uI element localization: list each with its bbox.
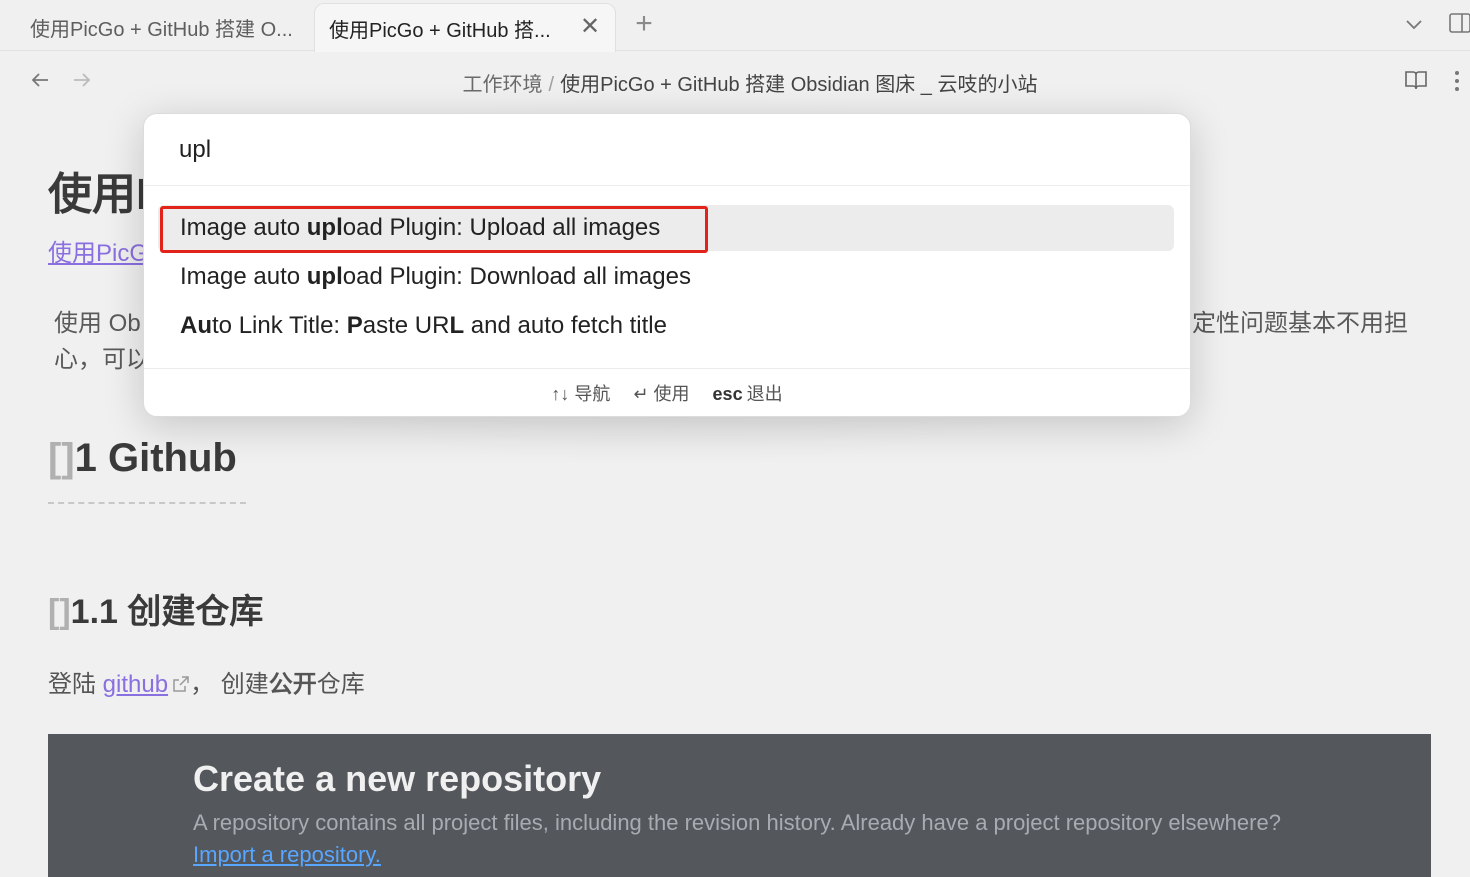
suggestion-text: oad Plugin: Upload all images — [342, 214, 661, 241]
command-search-input[interactable] — [144, 114, 1190, 186]
embed-import-link: Import a repository. — [193, 842, 381, 867]
external-link-icon — [172, 672, 190, 692]
use-instruction: ↵ 使用 — [633, 384, 689, 404]
heading-text: 1.1 创建仓库 — [70, 593, 264, 631]
suggestion-download-all-images[interactable]: Image auto upload Plugin: Download all i… — [158, 254, 1174, 300]
embed-description: A repository contains all project files,… — [193, 810, 1281, 835]
suggestion-match: upl — [306, 263, 343, 290]
sidebar-toggle-icon[interactable] — [1448, 12, 1470, 34]
suggestion-text: Image auto — [180, 263, 307, 290]
suggestion-upload-all-images[interactable]: Image auto upload Plugin: Upload all ima… — [158, 205, 1174, 251]
more-options-icon[interactable] — [1452, 68, 1462, 94]
heading-anchor[interactable]: [] — [48, 593, 71, 631]
body-mid: ， 创建 — [190, 671, 269, 698]
github-link[interactable]: github — [103, 671, 168, 698]
heading-anchor[interactable]: [] — [48, 436, 75, 480]
suggestion-match: P — [346, 312, 363, 339]
esc-label: 退出 — [746, 384, 783, 404]
enter-key-icon: ↵ — [633, 384, 649, 404]
body-paragraph: 登陆 github ， 创建公开仓库 — [48, 664, 365, 699]
suggestion-match: A — [180, 312, 198, 339]
tab-picgo-2-active[interactable]: 使用PicGo + GitHub 搭... ✕ — [314, 3, 616, 52]
palette-instructions: ↑↓ 导航 ↵ 使用 esc 退出 — [144, 368, 1190, 418]
new-tab-button[interactable]: + — [630, 8, 658, 40]
body-prefix: 登陆 — [48, 671, 103, 698]
nav-key: ↑↓ — [551, 384, 570, 404]
suggestion-match: L — [449, 312, 465, 339]
command-palette: Image auto upload Plugin: Upload all ima… — [143, 113, 1191, 417]
body-suffix: 仓库 — [316, 671, 365, 698]
chevron-down-icon[interactable] — [1402, 12, 1426, 36]
book-open-icon[interactable] — [1404, 69, 1428, 91]
tab-picgo-1[interactable]: 使用PicGo + GitHub 搭建 O... — [16, 3, 312, 52]
esc-key: esc — [712, 384, 743, 404]
nav-instruction: ↑↓ 导航 — [551, 384, 610, 404]
body-bold: 公开 — [268, 671, 317, 698]
suggestion-text: aste UR — [362, 312, 450, 339]
suggestion-text: and auto fetch title — [464, 312, 667, 339]
use-label: 使用 — [653, 384, 690, 404]
suggestion-match: u — [197, 312, 213, 339]
tab-label: 使用PicGo + GitHub 搭... — [329, 19, 551, 42]
heading-create-repo: []1.1 创建仓库 — [48, 584, 263, 633]
suggestion-text: to Link Title: — [212, 312, 347, 339]
suggestion-match: upl — [306, 214, 343, 241]
tab-label: 使用PicGo + GitHub 搭建 O... — [30, 19, 293, 41]
esc-instruction: esc 退出 — [713, 384, 783, 404]
nav-label: 导航 — [574, 384, 611, 404]
close-icon[interactable]: ✕ — [579, 15, 601, 39]
suggestion-text: Image auto — [180, 214, 307, 241]
embed-title: Create a new repository — [193, 758, 602, 799]
heading-divider — [48, 502, 246, 504]
tab-bar: 使用PicGo + GitHub 搭建 O... 使用PicGo + GitHu… — [0, 0, 1470, 52]
embedded-screenshot: Create a new repository A repository con… — [48, 734, 1431, 877]
suggestion-paste-url-fetch-title[interactable]: Auto Link Title: Paste URL and auto fetc… — [158, 303, 1174, 349]
suggestion-text: oad Plugin: Download all images — [342, 263, 691, 290]
